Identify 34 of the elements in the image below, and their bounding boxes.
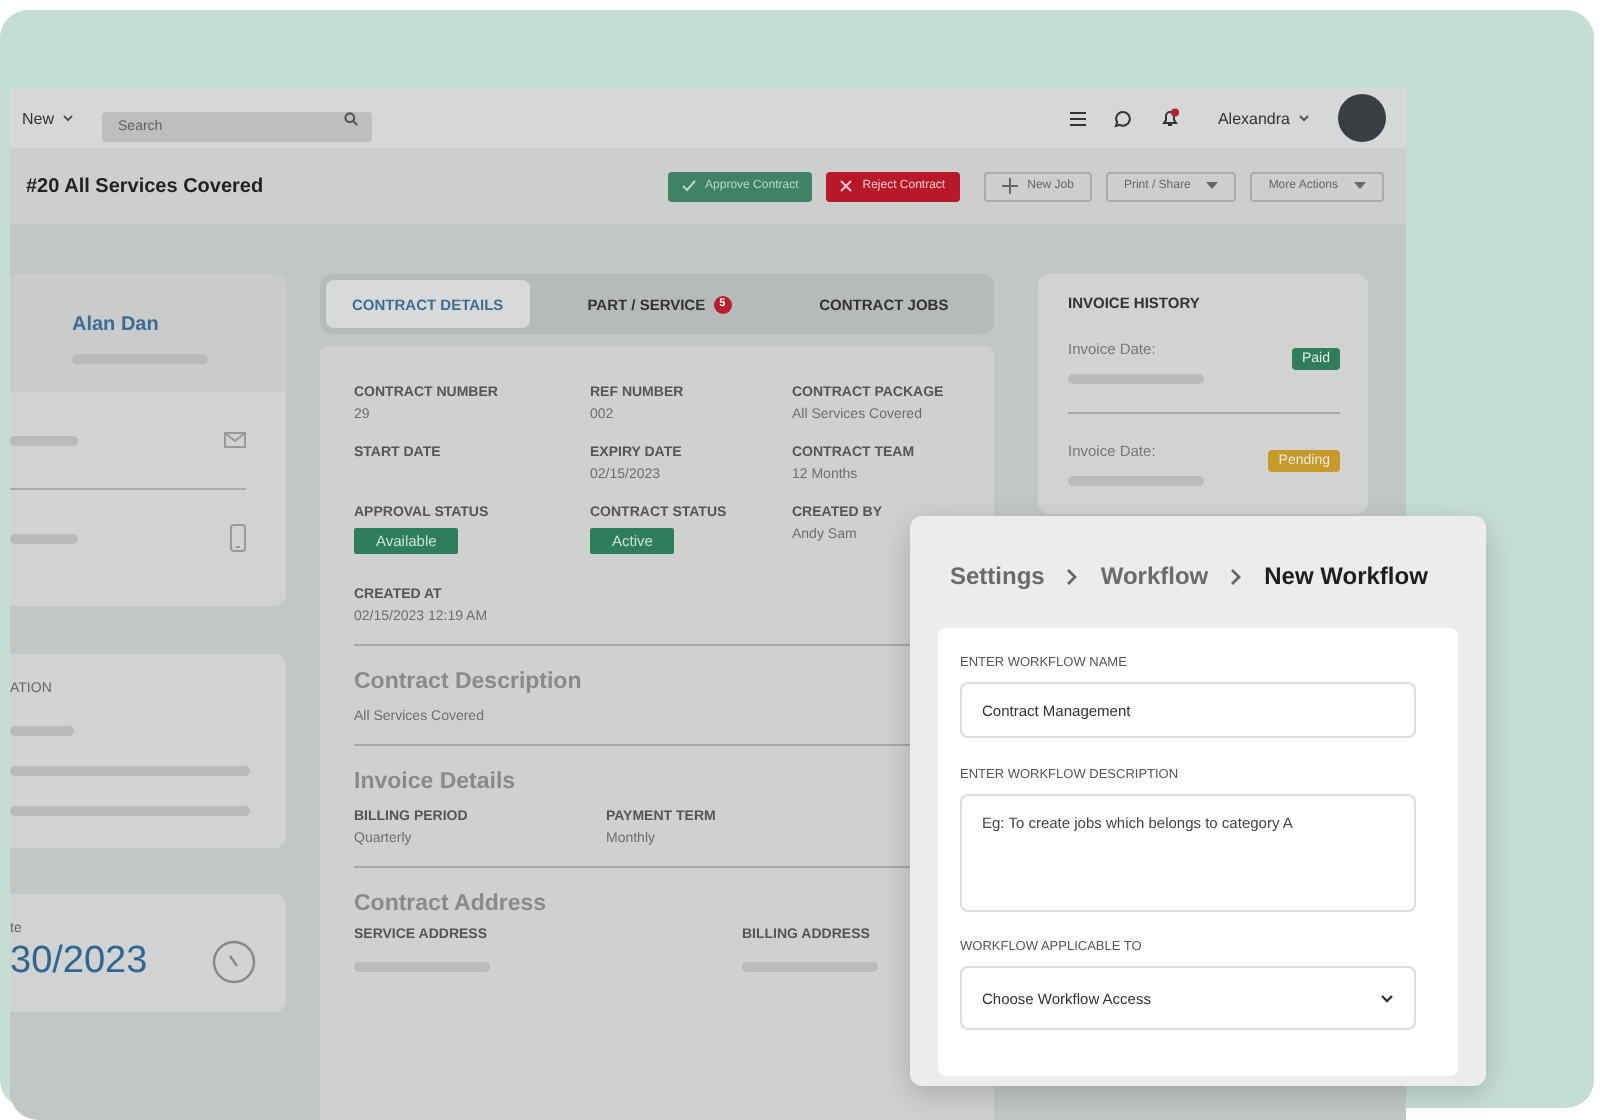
caret-down-icon	[1354, 182, 1366, 190]
breadcrumb-item[interactable]: Workflow	[1100, 562, 1209, 590]
avatar[interactable]	[1338, 94, 1386, 142]
chevron-right-icon	[1066, 567, 1079, 585]
chevron-down-icon	[62, 114, 75, 122]
placeholder-bar	[1068, 374, 1204, 384]
caret-down-icon	[1206, 182, 1219, 190]
date-value: 30/2023	[10, 940, 148, 984]
close-icon	[840, 180, 853, 192]
user-menu-button[interactable]: Alexandra	[1217, 109, 1310, 127]
placeholder-bar	[10, 533, 78, 543]
chat-icon[interactable]	[1113, 109, 1132, 127]
search-icon	[344, 111, 359, 125]
chevron-down-icon	[1298, 114, 1310, 122]
new-menu-button[interactable]: New	[22, 109, 75, 127]
page-title: #20 All Services Covered	[26, 175, 264, 197]
section-title: Contract Address	[354, 892, 549, 916]
breadcrumb-item[interactable]: Settings	[950, 562, 1045, 590]
menu-icon[interactable]	[1069, 111, 1086, 125]
section-title: Contract Description	[354, 670, 584, 694]
phone-icon	[230, 524, 246, 552]
placeholder-bar	[10, 726, 74, 736]
bell-icon[interactable]	[1159, 108, 1180, 128]
placeholder-bar	[1068, 476, 1204, 486]
chevron-down-icon	[1380, 993, 1394, 1003]
customer-name[interactable]: Alan Dan	[72, 314, 266, 336]
clock-icon	[212, 940, 256, 984]
placeholder-bar	[10, 435, 78, 445]
breadcrumb-item: New Workflow	[1264, 562, 1428, 590]
chevron-right-icon	[1230, 567, 1243, 585]
section-title: Invoice Details	[354, 770, 518, 794]
envelope-icon	[224, 432, 246, 448]
plus-icon	[1001, 178, 1018, 194]
check-icon	[681, 180, 696, 192]
